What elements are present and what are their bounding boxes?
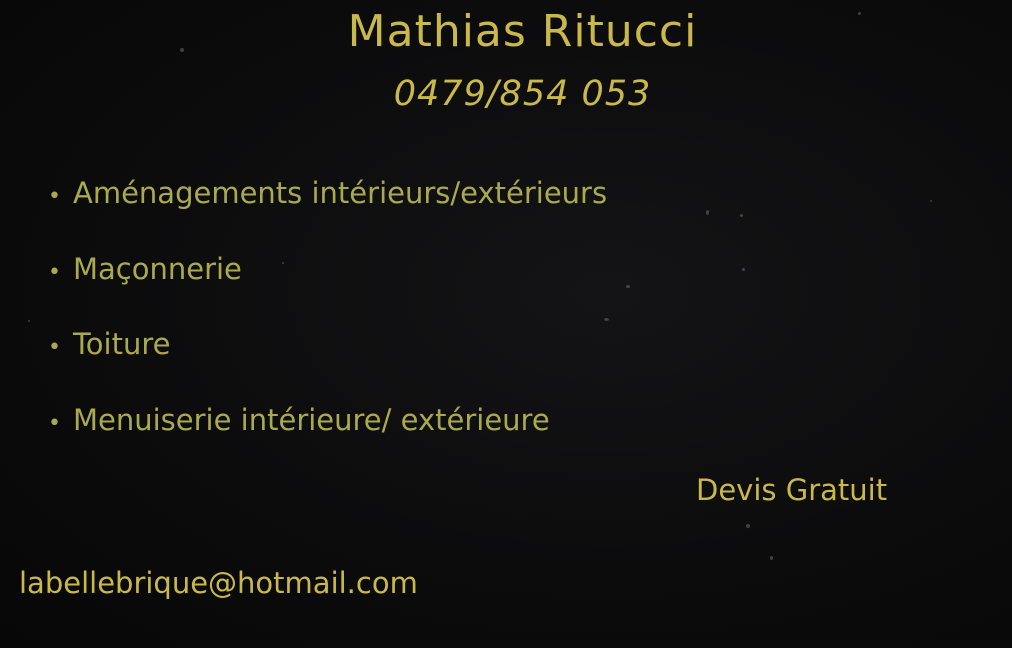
business-card: Mathias Ritucci 0479/854 053 • Aménagemen… — [0, 0, 1012, 648]
free-quote-text: Devis Gratuit — [696, 473, 888, 507]
phone-number[interactable]: 0479/854 053 — [0, 74, 1012, 114]
dust-speck — [746, 524, 750, 528]
dust-speck — [626, 285, 630, 288]
services-list: • Aménagements intérieurs/extérieurs • Maç… — [48, 168, 607, 470]
dust-speck — [706, 210, 709, 215]
email-address[interactable]: labellebrique@hotmail.com — [19, 566, 418, 600]
service-label: Maçonnerie — [73, 251, 242, 286]
contact-name: Mathias Ritucci — [347, 6, 698, 57]
service-label: Toiture — [73, 327, 171, 361]
bullet-icon: • — [48, 259, 61, 285]
dust-speck — [770, 556, 773, 560]
service-label: Aménagements intérieurs/extérieurs — [73, 176, 608, 210]
dust-speck — [28, 320, 30, 322]
bullet-icon: • — [48, 335, 61, 360]
service-label: Menuiserie intérieure/ extérieure — [73, 402, 550, 437]
service-item: • Menuiserie intérieure/ extérieure — [48, 395, 607, 471]
service-item: • Toiture — [48, 319, 607, 395]
bullet-icon: • — [48, 410, 61, 436]
service-item: • Maçonnerie — [48, 244, 607, 320]
dust-speck — [742, 268, 745, 271]
dust-speck — [740, 214, 743, 217]
service-item: • Aménagements intérieurs/extérieurs — [48, 168, 607, 244]
dust-speck — [930, 200, 932, 202]
bullet-icon: • — [48, 184, 61, 209]
